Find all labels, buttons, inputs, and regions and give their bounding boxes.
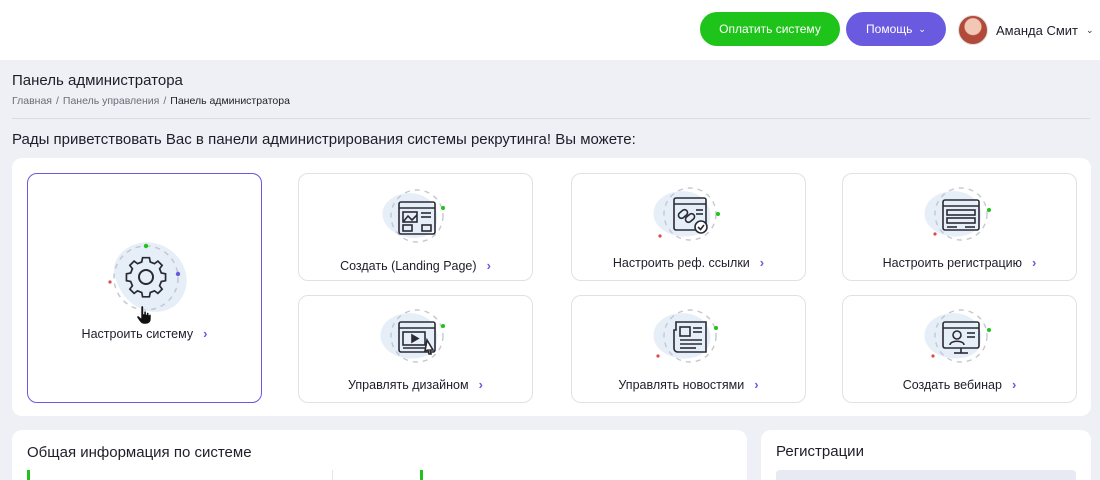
avatar <box>958 15 988 45</box>
card-configure-registration-label: Настроить регистрацию › <box>843 255 1076 270</box>
user-menu[interactable]: Аманда Смит ⌄ <box>958 15 1094 45</box>
user-name: Аманда Смит <box>996 22 1078 38</box>
card-manage-news-label: Управлять новостями › <box>572 377 805 392</box>
card-create-webinar[interactable]: Создать вебинар › <box>842 295 1077 403</box>
chevron-right-icon: › <box>759 255 765 270</box>
breadcrumb: Главная / Панель управления / Панель адм… <box>12 95 290 107</box>
card-configure-ref-links-label: Настроить реф. ссылки › <box>572 255 805 270</box>
divider <box>12 118 1090 119</box>
stat-accent-bar <box>27 470 30 480</box>
card-title: Управлять дизайном <box>348 377 469 392</box>
card-title: Управлять новостями <box>618 377 745 392</box>
card-title: Создать (Landing Page) <box>340 258 477 273</box>
card-configure-system-label: Настроить систему › <box>28 326 261 341</box>
pay-system-button[interactable]: Оплатить систему <box>700 12 840 46</box>
welcome-text: Рады приветствовать Вас в панели админис… <box>12 131 636 148</box>
hand-cursor-icon <box>136 305 152 325</box>
chevron-right-icon: › <box>486 258 491 273</box>
chevron-right-icon: › <box>754 377 759 392</box>
card-title: Настроить систему <box>81 326 194 341</box>
link-icon <box>653 187 720 241</box>
registrations-panel: Регистрации <box>761 430 1091 480</box>
card-configure-registration[interactable]: Настроить регистрацию › <box>842 173 1077 281</box>
registration-form-icon <box>924 187 991 241</box>
chevron-down-icon: ⌄ <box>1086 24 1094 35</box>
registrations-title: Регистрации <box>776 443 864 460</box>
breadcrumb-home[interactable]: Главная <box>12 95 52 107</box>
chevron-right-icon: › <box>478 377 483 392</box>
card-configure-system[interactable]: Настроить систему › <box>27 173 262 403</box>
card-configure-ref-links[interactable]: Настроить реф. ссылки › <box>571 173 806 281</box>
card-title: Настроить регистрацию <box>882 255 1023 270</box>
page-title: Панель администратора <box>12 72 183 89</box>
help-button-label: Помощь <box>866 22 913 36</box>
breadcrumb-separator: / <box>55 95 59 107</box>
card-title: Настроить реф. ссылки <box>612 255 750 270</box>
card-create-landing-page[interactable]: Создать (Landing Page) › <box>298 173 533 281</box>
chevron-right-icon: › <box>1011 377 1017 392</box>
landing-page-icon <box>382 189 445 243</box>
top-bar: Оплатить систему Помощь ⌄ Аманда Смит ⌄ <box>0 0 1100 60</box>
chevron-right-icon: › <box>1032 255 1037 270</box>
system-info-title: Общая информация по системе <box>27 444 252 461</box>
help-button[interactable]: Помощь ⌄ <box>846 12 946 46</box>
registrations-table-header <box>776 470 1076 480</box>
webinar-icon <box>924 309 991 363</box>
breadcrumb-dashboard[interactable]: Панель управления <box>63 95 159 107</box>
card-create-landing-page-label: Создать (Landing Page) › <box>299 258 532 273</box>
card-manage-news[interactable]: Управлять новостями › <box>571 295 806 403</box>
card-manage-design[interactable]: Управлять дизайном › <box>298 295 533 403</box>
chevron-down-icon: ⌄ <box>918 23 926 34</box>
news-icon <box>653 309 718 363</box>
card-title: Создать вебинар <box>902 377 1002 392</box>
card-create-webinar-label: Создать вебинар › <box>843 377 1076 392</box>
stat-accent-bar <box>420 470 423 480</box>
card-manage-design-label: Управлять дизайном › <box>299 377 532 392</box>
design-icon <box>380 309 445 363</box>
breadcrumb-current: Панель администратора <box>170 95 290 107</box>
actions-panel: Настроить систему › Создать (Landing Pag… <box>12 158 1091 416</box>
system-info-panel: Общая информация по системе <box>12 430 747 480</box>
stat-divider <box>332 470 333 480</box>
chevron-right-icon: › <box>203 326 208 341</box>
breadcrumb-separator: / <box>163 95 167 107</box>
